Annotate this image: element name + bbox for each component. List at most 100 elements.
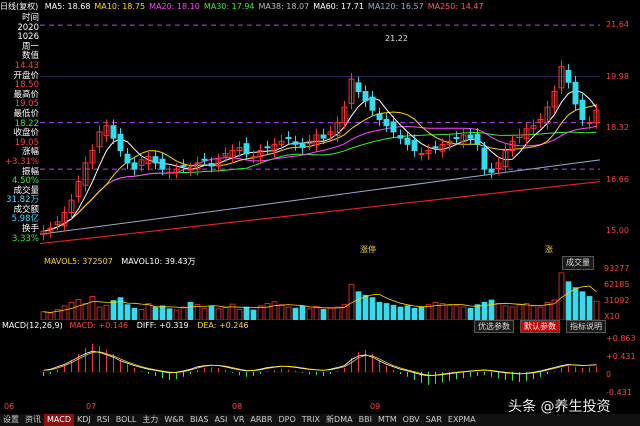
candle-body <box>117 133 124 152</box>
candle-body <box>481 147 488 170</box>
macd-tick: +0.863 <box>606 334 636 343</box>
ma-value-6: MA120: 16.57 <box>367 2 424 11</box>
volume-bar <box>355 291 362 320</box>
volume-tick: 31092 <box>604 296 630 305</box>
volume-bar <box>82 303 89 320</box>
candle <box>460 128 467 149</box>
candlestick-chart[interactable]: 21.22 涨停 涨 <box>40 14 600 256</box>
ma-value-3: MA30: 17.94 <box>203 2 255 11</box>
volume-bar <box>138 309 145 320</box>
candle <box>551 85 558 114</box>
candle <box>117 128 124 157</box>
volume-bar <box>306 308 313 320</box>
candle <box>369 90 376 117</box>
tab-0[interactable]: 设置 <box>0 414 22 426</box>
candle <box>152 150 159 170</box>
tab-7[interactable]: W&R <box>161 414 187 426</box>
volume-bar <box>173 309 180 320</box>
volume-bar <box>222 307 229 320</box>
macd-params[interactable]: MACD(12,26,9) <box>2 321 63 330</box>
candle-body <box>474 133 481 145</box>
tab-12[interactable]: DPO <box>275 414 298 426</box>
candle-body <box>243 143 250 155</box>
volume-bar <box>376 301 383 320</box>
price-tick: 21.64 <box>606 20 629 30</box>
candle <box>348 72 355 110</box>
tab-15[interactable]: BBI <box>356 414 375 426</box>
ma-value-2: MA20: 18.10 <box>149 2 200 11</box>
peak-price-label: 21.22 <box>385 34 408 43</box>
volume-bar <box>565 281 572 320</box>
price-axis: 21.64 19.98 18.32 16.66 15.00 93277 62185 31092… <box>600 14 640 397</box>
ma-value-1: MA10: 18.75 <box>94 2 146 11</box>
candle-body <box>453 136 460 139</box>
tab-14[interactable]: 新DMA <box>323 414 356 426</box>
candle-body <box>201 158 208 161</box>
volume-bar <box>362 294 369 320</box>
candle <box>124 148 131 170</box>
tab-6[interactable]: 主力 <box>139 414 161 426</box>
tab-2[interactable]: MACD <box>44 414 74 426</box>
volume-bar <box>264 303 271 320</box>
candle <box>131 156 138 176</box>
volume-bar <box>383 303 390 320</box>
candle-body <box>376 113 383 120</box>
ma250-line <box>40 180 600 245</box>
macd-chart[interactable] <box>40 332 600 402</box>
quote-info-panel: 时间 2020 1026 周一 数值 14.43 开盘价 18.50 最高价 19.05 最低价 18… <box>0 13 40 270</box>
volume-bar <box>215 308 222 320</box>
candle <box>516 128 523 144</box>
candle-body <box>411 140 418 152</box>
candle <box>54 215 61 231</box>
volume-bar <box>313 306 320 320</box>
candle <box>411 134 418 157</box>
candle-body <box>586 122 593 125</box>
candle <box>61 206 68 232</box>
candle-body <box>572 81 579 105</box>
candle-body <box>579 99 586 120</box>
volume-chart[interactable] <box>40 268 600 320</box>
candle <box>355 76 362 98</box>
dea-value: DEA: +0.246 <box>197 321 249 330</box>
price-tick: 15.00 <box>606 226 629 236</box>
tab-8[interactable]: BIAS <box>187 414 211 426</box>
candle-body <box>152 156 159 164</box>
chart-period-title[interactable]: 日线(复权) <box>0 2 38 11</box>
tab-19[interactable]: EXPMA <box>445 414 479 426</box>
tab-18[interactable]: SAR <box>423 414 445 426</box>
volume-bar <box>124 304 131 320</box>
candle-body <box>208 163 215 167</box>
candle <box>159 152 166 176</box>
candle-body <box>131 162 138 170</box>
tab-11[interactable]: ARBR <box>247 414 275 426</box>
candle-body <box>124 153 131 164</box>
tab-9[interactable]: ASI <box>211 414 230 426</box>
tab-13[interactable]: TRIX <box>299 414 323 426</box>
candle <box>558 60 565 95</box>
candle-body <box>250 156 257 159</box>
tab-5[interactable]: BOLL <box>113 414 140 426</box>
candle <box>488 162 495 179</box>
tab-10[interactable]: VR <box>230 414 247 426</box>
volume-bar <box>201 307 208 320</box>
volume-bar <box>166 308 173 320</box>
volume-bar <box>159 305 166 320</box>
ma-value-4: MA38: 18.07 <box>258 2 310 11</box>
volume-bar <box>516 304 523 320</box>
candle-body <box>404 137 411 145</box>
volume-bar <box>572 287 579 320</box>
ma120-line <box>40 159 600 235</box>
candle <box>327 125 334 141</box>
candle <box>502 144 509 173</box>
ma-value-5: MA60: 17.71 <box>313 2 364 11</box>
tab-17[interactable]: OBV <box>400 414 423 426</box>
tab-1[interactable]: 资讯 <box>22 414 44 426</box>
volume-bar <box>390 304 397 320</box>
tab-4[interactable]: RSI <box>94 414 113 426</box>
tab-3[interactable]: KDJ <box>74 414 94 426</box>
volume-bar <box>537 306 544 320</box>
date-tick: 08 <box>232 402 243 411</box>
volume-bar <box>320 309 327 320</box>
candle <box>474 128 481 151</box>
tab-16[interactable]: MTM <box>375 414 400 426</box>
